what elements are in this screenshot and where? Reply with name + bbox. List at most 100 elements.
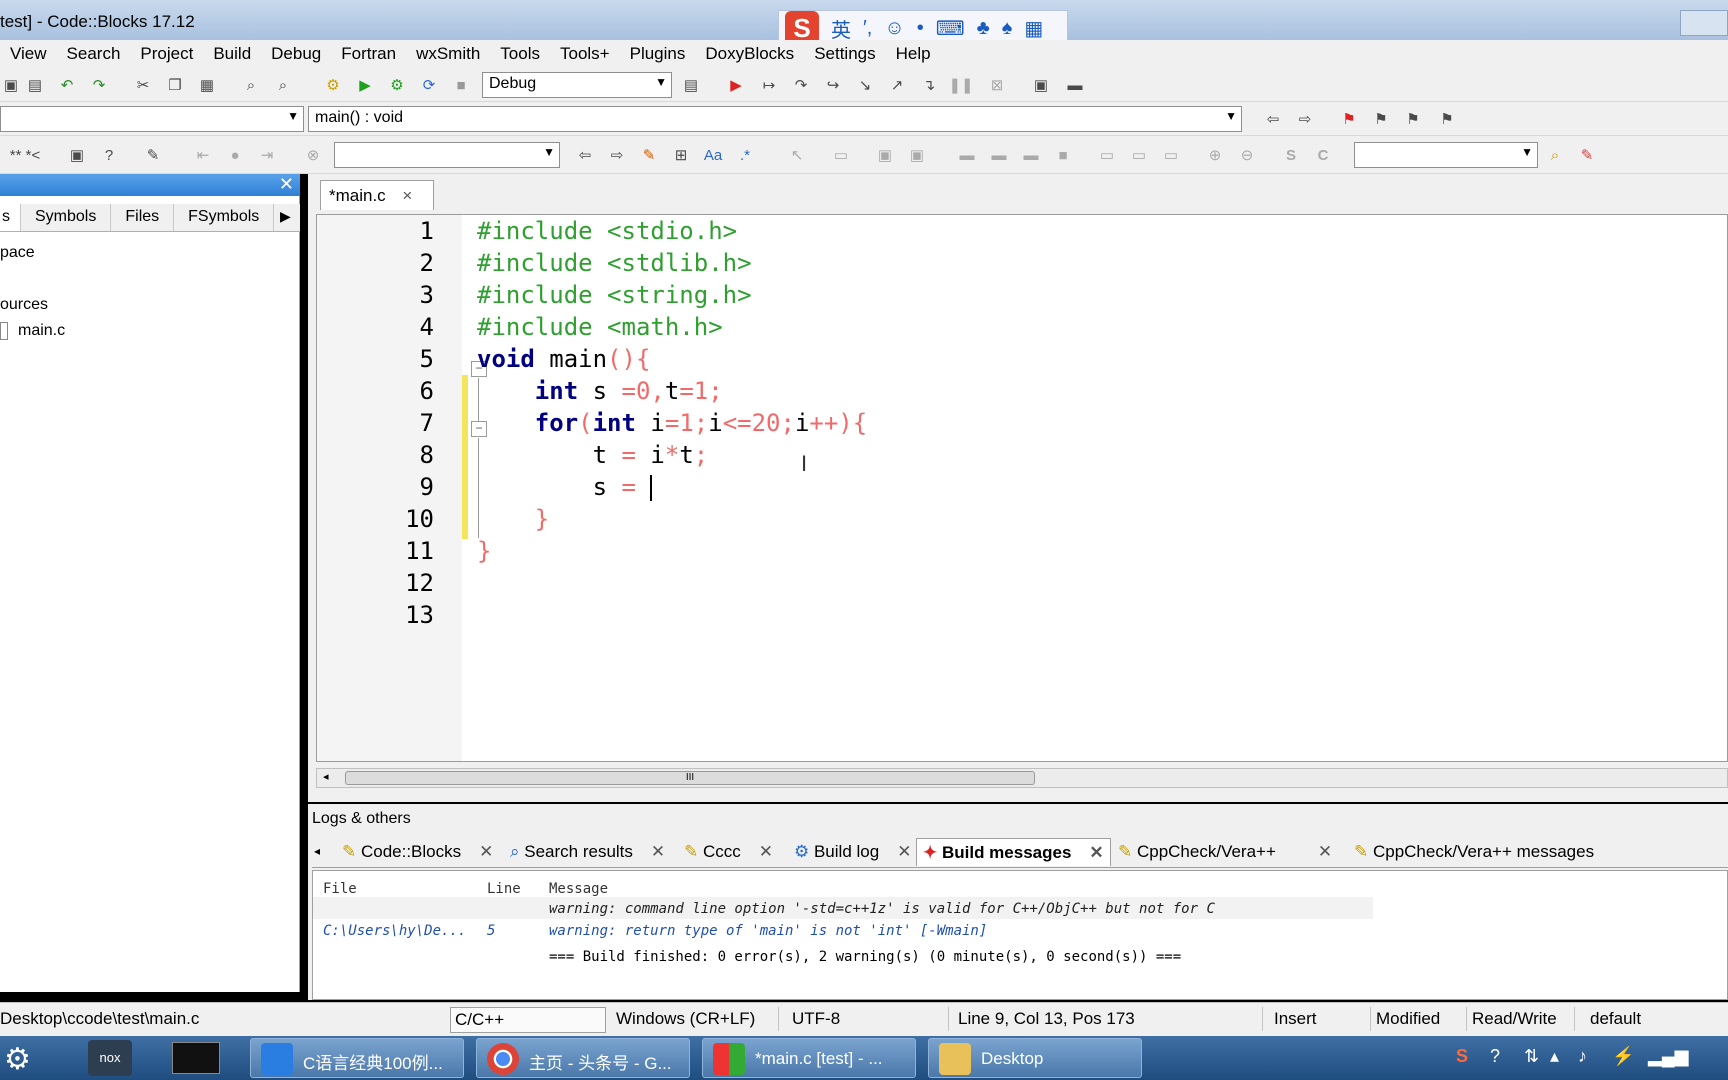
start-gear-icon[interactable]: ⚙ [4, 1042, 31, 1077]
status-language[interactable]: C/C++ [450, 1007, 606, 1033]
layout-b-icon[interactable]: ▬ [988, 144, 1010, 166]
replace-icon[interactable]: ⌕ [272, 74, 294, 96]
align-c-icon[interactable]: ▭ [1160, 144, 1182, 166]
build-gear-icon[interactable]: ⚙ [322, 74, 344, 96]
abort-icon[interactable]: ■ [450, 74, 472, 96]
keyboard-icon[interactable]: ⌨ [936, 16, 965, 41]
show-hidden-icons-icon[interactable]: ▴ [1550, 1046, 1559, 1067]
tree-workspace[interactable]: pace [0, 244, 35, 262]
save-all-icon[interactable]: ▣ [0, 74, 22, 96]
symbol-search-input[interactable]: ▼ [1354, 142, 1538, 168]
scope-select[interactable]: ▼ [0, 106, 304, 132]
tab-symbols[interactable]: Symbols [21, 204, 112, 231]
regex-icon[interactable]: .* [734, 144, 756, 166]
comment-icon[interactable]: ** *< [2, 144, 48, 166]
column-header-line[interactable]: Line [487, 881, 521, 897]
menu-item-help[interactable]: Help [886, 40, 941, 68]
form-icon[interactable]: ▭ [830, 144, 852, 166]
debug-info-icon[interactable]: ▬ [1064, 74, 1086, 96]
step-out-icon[interactable]: ↗ [886, 74, 908, 96]
nox-icon[interactable]: nox [88, 1040, 132, 1076]
record-icon[interactable]: ● [224, 144, 246, 166]
find-icon[interactable]: ⌕ [240, 74, 262, 96]
step-instruction-icon[interactable]: ↴ [918, 74, 940, 96]
column-header-message[interactable]: Message [549, 881, 608, 897]
align-a-icon[interactable]: ▭ [1096, 144, 1118, 166]
task-desktop[interactable]: Desktop [928, 1038, 1142, 1078]
power-icon[interactable]: ⚡ [1612, 1046, 1634, 1067]
minimize-button[interactable] [1680, 10, 1728, 36]
close-icon[interactable]: × [402, 186, 412, 205]
scroll-left-icon[interactable]: ◂ [323, 770, 329, 783]
settings-wrench-icon[interactable]: ✎ [1576, 144, 1598, 166]
menu-item-doxyblocks[interactable]: DoxyBlocks [695, 40, 804, 68]
step-into-icon[interactable]: ↘ [854, 74, 876, 96]
symbol-s-icon[interactable]: S [1280, 144, 1302, 166]
tree-file[interactable]: main.c [18, 322, 65, 340]
redo-icon[interactable]: ↷ [88, 74, 110, 96]
horizontal-scrollbar[interactable]: ◂ III [316, 768, 1728, 788]
punctuation-icon[interactable]: ′, [863, 17, 872, 40]
tab-codeblocks[interactable]: ✎ Code::Blocks ✕ [336, 838, 499, 866]
layout-c-icon[interactable]: ▬ [1020, 144, 1042, 166]
help-icon[interactable]: ? [98, 144, 120, 166]
jump-back-icon[interactable]: ⇦ [1262, 108, 1284, 130]
debug-run-icon[interactable]: ▶ [725, 74, 747, 96]
paste-icon[interactable]: ▦ [196, 74, 218, 96]
code-editor[interactable]: 1 2 3 4 5 6 7 8 9 10 11 12 13 − − #include <stdio.h>… [316, 214, 1728, 762]
menu-item-search[interactable]: Search [57, 40, 131, 68]
menu-item-project[interactable]: Project [130, 40, 203, 68]
zoom-out-icon[interactable]: ⊖ [1236, 144, 1258, 166]
last-icon[interactable]: ⇥ [256, 144, 278, 166]
pause-icon[interactable]: ❚❚ [948, 74, 973, 96]
tab-fsymbols[interactable]: FSymbols [174, 204, 275, 231]
incremental-search-input[interactable]: ▼ [334, 142, 560, 168]
close-icon[interactable]: ✕ [1089, 843, 1103, 862]
stop-debug-icon[interactable]: ⊠ [986, 74, 1008, 96]
task-chrome[interactable]: 主页 - 头条号 - G... [476, 1038, 690, 1078]
wrench-icon[interactable]: ✎ [142, 144, 164, 166]
table-row[interactable]: === Build finished: 0 error(s), 2 warnin… [313, 945, 1373, 969]
layout-a-icon[interactable]: ▬ [956, 144, 978, 166]
build-and-run-icon[interactable]: ⚙ [386, 74, 408, 96]
tab-search-results[interactable]: ⌕ Search results ✕ [504, 838, 671, 866]
close-icon[interactable]: ✕ [1318, 842, 1332, 861]
close-icon[interactable]: ✕ [897, 842, 911, 861]
align-b-icon[interactable]: ▭ [1128, 144, 1150, 166]
table-row[interactable]: warning: command line option '-std=c++1z… [313, 897, 1373, 919]
undo-icon[interactable]: ↶ [56, 74, 78, 96]
tab-main-c[interactable]: *main.c × [320, 180, 434, 210]
menu-item-wxsmith[interactable]: wxSmith [406, 40, 490, 68]
match-case-icon[interactable]: Aa [702, 144, 724, 166]
layout-d-icon[interactable]: ■ [1052, 144, 1074, 166]
function-select[interactable]: main() : void ▼ [308, 106, 1242, 132]
tab-scroll-right-icon[interactable]: ▶ [280, 208, 291, 225]
zoom-in-icon[interactable]: ⊕ [1204, 144, 1226, 166]
table-row[interactable]: C:\Users\hy\De... 5 warning: return type… [313, 919, 1373, 943]
jump-forward-icon[interactable]: ⇨ [1294, 108, 1316, 130]
terminal-icon[interactable] [172, 1042, 220, 1074]
highlight-icon[interactable]: ✎ [638, 144, 660, 166]
tab-build-messages[interactable]: ✦ Build messages ✕ [916, 838, 1111, 866]
search-symbol-icon[interactable]: ⌕ [1544, 144, 1566, 166]
menu-item-debug[interactable]: Debug [261, 40, 331, 68]
tab-build-log[interactable]: ⚙ Build log ✕ [788, 838, 917, 866]
prev-bookmark-icon[interactable]: ⚑ [1370, 108, 1392, 130]
menu-item-plugins[interactable]: Plugins [620, 40, 696, 68]
menu-item-settings[interactable]: Settings [804, 40, 885, 68]
tab-cccc[interactable]: ✎ Cccc ✕ [678, 838, 779, 866]
target-options-icon[interactable]: ▤ [680, 74, 702, 96]
rebuild-icon[interactable]: ⟳ [418, 74, 440, 96]
clear-bookmarks-icon[interactable]: ⚑ [1436, 108, 1458, 130]
cut-icon[interactable]: ✂ [132, 74, 154, 96]
emoji-icon[interactable]: ☺ [884, 17, 904, 40]
scroll-thumb[interactable]: III [345, 771, 1035, 785]
tab-cppcheck[interactable]: ✎ CppCheck/Vera++ ✕ [1112, 838, 1338, 866]
tab-files[interactable]: Files [111, 204, 175, 231]
volume-icon[interactable]: ♪ [1578, 1046, 1587, 1067]
toggle-bookmark-icon[interactable]: ⚑ [1338, 108, 1360, 130]
task-wps[interactable]: C语言经典100例... [250, 1038, 464, 1078]
selected-text-icon[interactable]: ⊞ [670, 144, 692, 166]
widget-a-icon[interactable]: ▣ [874, 144, 896, 166]
close-icon[interactable]: ✕ [279, 174, 294, 195]
